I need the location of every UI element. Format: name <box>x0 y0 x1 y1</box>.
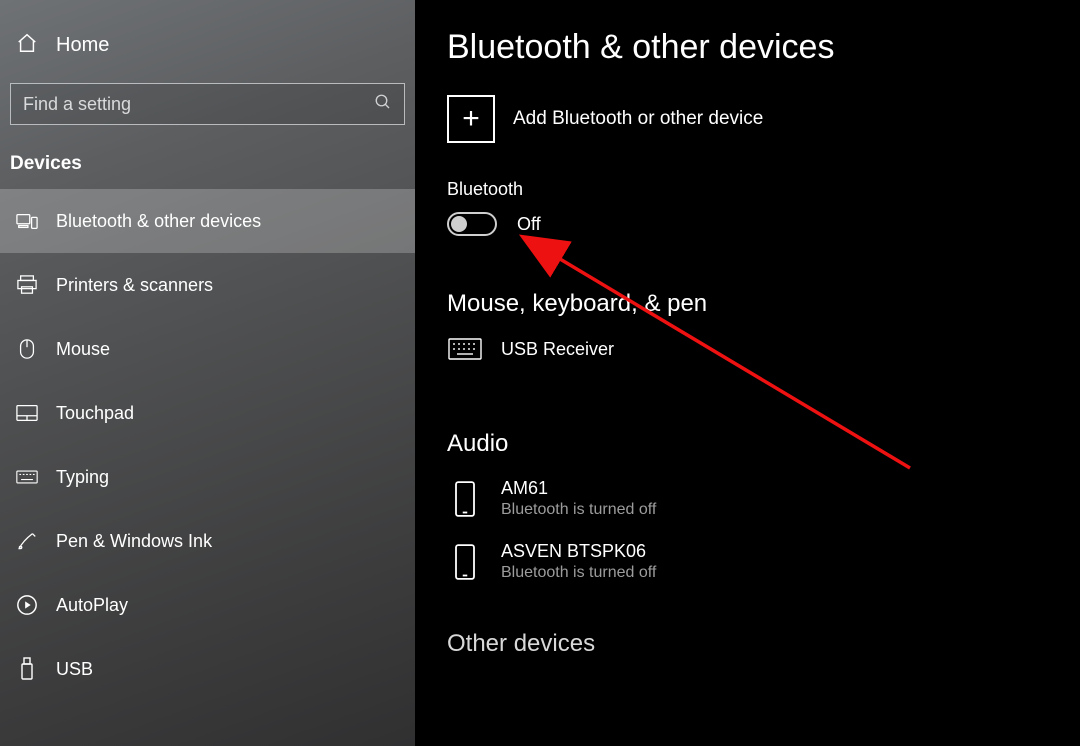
device-name: ASVEN BTSPK06 <box>501 541 656 562</box>
settings-sidebar: Home Devices Bluetooth & other devices <box>0 0 415 746</box>
add-device-label: Add Bluetooth or other device <box>513 108 763 130</box>
group-mouse-keyboard-pen: Mouse, keyboard, & pen <box>447 290 1080 318</box>
device-status: Bluetooth is turned off <box>501 564 656 582</box>
autoplay-icon <box>16 594 38 616</box>
sidebar-section-title: Devices <box>0 125 415 189</box>
phone-device-icon <box>447 544 483 580</box>
keyboard-device-icon <box>447 338 483 360</box>
sidebar-item-mouse[interactable]: Mouse <box>0 317 415 381</box>
sidebar-item-label: USB <box>56 659 93 680</box>
device-name: AM61 <box>501 478 656 499</box>
device-name: USB Receiver <box>501 339 614 360</box>
sidebar-item-usb[interactable]: USB <box>0 637 415 701</box>
sidebar-item-label: Printers & scanners <box>56 275 213 296</box>
sidebar-item-label: Bluetooth & other devices <box>56 211 261 232</box>
bluetooth-label: Bluetooth <box>447 179 1080 200</box>
bluetooth-devices-icon <box>16 211 38 231</box>
pen-icon <box>16 530 38 552</box>
phone-device-icon <box>447 481 483 517</box>
group-audio: Audio <box>447 430 1080 458</box>
keyboard-icon <box>16 469 38 485</box>
device-audio-1[interactable]: ASVEN BTSPK06 Bluetooth is turned off <box>447 535 1080 598</box>
usb-icon <box>16 657 38 681</box>
add-device-button[interactable]: + Add Bluetooth or other device <box>447 95 1080 143</box>
bluetooth-toggle[interactable] <box>447 212 497 236</box>
sidebar-item-label: Typing <box>56 467 109 488</box>
device-status: Bluetooth is turned off <box>501 501 656 519</box>
home-icon <box>16 32 38 59</box>
sidebar-item-touchpad[interactable]: Touchpad <box>0 381 415 445</box>
sidebar-item-autoplay[interactable]: AutoPlay <box>0 573 415 637</box>
device-audio-0[interactable]: AM61 Bluetooth is turned off <box>447 472 1080 535</box>
search-input[interactable] <box>23 94 374 115</box>
device-usb-receiver[interactable]: USB Receiver <box>447 332 1080 376</box>
sidebar-item-label: Touchpad <box>56 403 134 424</box>
sidebar-home[interactable]: Home <box>0 0 415 83</box>
sidebar-item-label: Mouse <box>56 339 110 360</box>
mouse-icon <box>16 338 38 360</box>
page-title: Bluetooth & other devices <box>447 28 1080 67</box>
sidebar-item-printers[interactable]: Printers & scanners <box>0 253 415 317</box>
sidebar-nav-list: Bluetooth & other devices Printers & sca… <box>0 189 415 701</box>
sidebar-item-label: AutoPlay <box>56 595 128 616</box>
sidebar-item-bluetooth[interactable]: Bluetooth & other devices <box>0 189 415 253</box>
sidebar-item-typing[interactable]: Typing <box>0 445 415 509</box>
sidebar-item-label: Pen & Windows Ink <box>56 531 212 552</box>
group-other-devices: Other devices <box>447 630 1080 658</box>
sidebar-item-pen[interactable]: Pen & Windows Ink <box>0 509 415 573</box>
plus-icon: + <box>447 95 495 143</box>
touchpad-icon <box>16 404 38 422</box>
sidebar-home-label: Home <box>56 34 109 57</box>
search-icon <box>374 93 392 116</box>
sidebar-search[interactable] <box>10 83 405 125</box>
settings-main: Bluetooth & other devices + Add Bluetoot… <box>415 0 1080 746</box>
printer-icon <box>16 275 38 295</box>
toggle-knob <box>451 216 467 232</box>
bluetooth-toggle-state: Off <box>517 214 541 235</box>
